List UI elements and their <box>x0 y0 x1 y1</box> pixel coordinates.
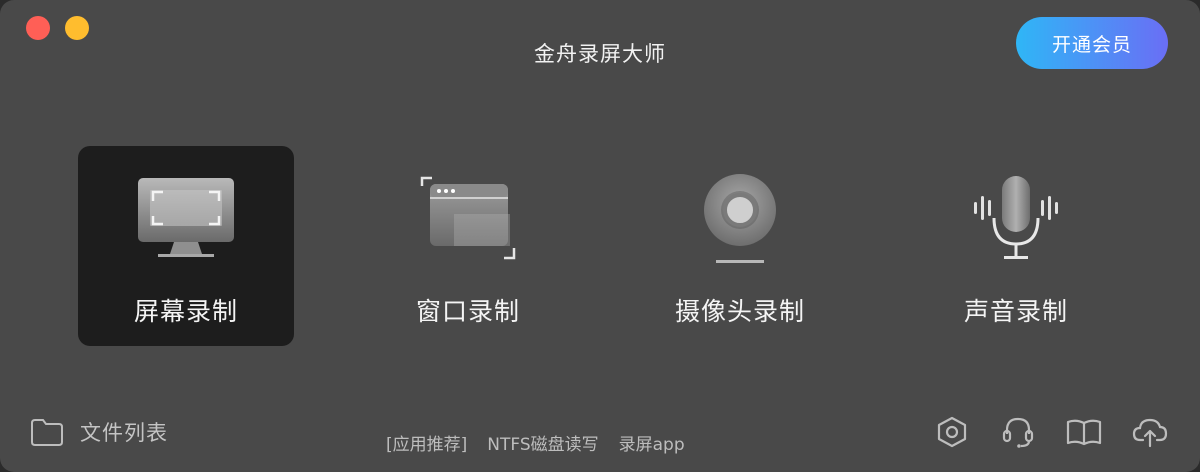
close-button[interactable] <box>26 16 50 40</box>
microphone-icon <box>974 176 1058 259</box>
webcam-icon <box>704 174 776 263</box>
settings-button[interactable] <box>932 414 972 450</box>
mode-screen-recording[interactable]: 屏幕录制 <box>78 146 294 346</box>
monitor-icon <box>138 178 234 257</box>
app-recommendations: [应用推荐] NTFS磁盘读写 录屏app <box>386 430 685 455</box>
settings-icon <box>937 416 967 448</box>
app-window: 金舟录屏大师 开通会员 屏幕录制 窗口录制 摄像头录制 声音录制 文件列表 [应… <box>0 0 1200 472</box>
mode-label: 窗口录制 <box>415 297 520 326</box>
folder-icon <box>31 419 63 446</box>
help-button[interactable] <box>1064 414 1104 450</box>
mode-audio-recording[interactable]: 声音录制 <box>908 146 1124 346</box>
footer-toolbar <box>932 414 1170 450</box>
file-list-label: 文件列表 <box>80 421 168 445</box>
mode-label: 屏幕录制 <box>133 297 238 326</box>
recording-modes: 屏幕录制 窗口录制 摄像头录制 声音录制 <box>78 146 1142 346</box>
window-controls <box>26 16 89 40</box>
recommend-link-recorder-app[interactable]: 录屏app <box>619 430 685 455</box>
recommend-link-ntfs[interactable]: NTFS磁盘读写 <box>487 430 598 455</box>
customer-service-icon <box>1002 417 1034 448</box>
vip-button[interactable]: 开通会员 <box>1016 17 1168 69</box>
mode-label: 声音录制 <box>963 297 1068 326</box>
recommend-tag: [应用推荐] <box>386 435 468 455</box>
help-book-icon <box>1066 419 1102 446</box>
file-list-button[interactable]: 文件列表 <box>30 414 168 450</box>
mode-window-recording[interactable]: 窗口录制 <box>360 146 576 346</box>
mode-webcam-recording[interactable]: 摄像头录制 <box>632 146 848 346</box>
upload-cloud-icon <box>1132 418 1168 448</box>
minimize-button[interactable] <box>65 16 89 40</box>
customer-service-button[interactable] <box>998 414 1038 450</box>
mode-label: 摄像头录制 <box>674 297 805 326</box>
window-icon <box>420 176 516 260</box>
upload-button[interactable] <box>1130 414 1170 450</box>
